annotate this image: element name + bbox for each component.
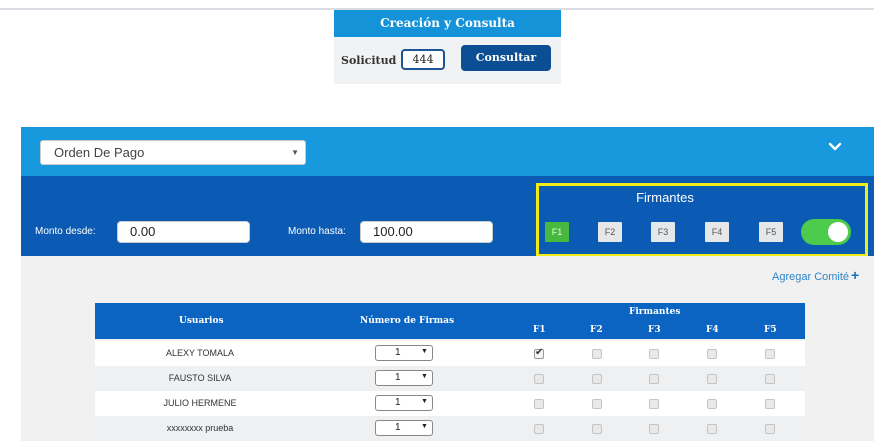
table-row: xxxxxxxx prueba 1 ▼ bbox=[95, 416, 805, 441]
consulta-title: Creación y Consulta bbox=[334, 10, 561, 37]
header-f2: F2 bbox=[590, 325, 603, 335]
checkbox-f4[interactable] bbox=[707, 374, 717, 384]
header-f3: F3 bbox=[648, 325, 661, 335]
firmante-button-f4[interactable]: F4 bbox=[705, 222, 729, 242]
checkbox-f1[interactable] bbox=[534, 399, 544, 409]
header-firmantes: Firmantes bbox=[629, 307, 681, 317]
checkbox-f3[interactable] bbox=[649, 424, 659, 434]
agregar-comite-label: Agregar Comité bbox=[772, 271, 850, 283]
numero-firmas-value: 1 bbox=[395, 372, 401, 383]
table-header: Usuarios Número de Firmas Firmantes F1 F… bbox=[95, 303, 805, 339]
numero-firmas-select[interactable]: 1 ▼ bbox=[375, 370, 433, 386]
firmantes-title: Firmantes bbox=[636, 190, 694, 205]
dropdown-arrow-icon: ▼ bbox=[421, 348, 428, 355]
monto-desde-input[interactable]: 0.00 bbox=[117, 221, 250, 243]
firmante-button-f1[interactable]: F1 bbox=[545, 222, 569, 242]
firmante-button-f2[interactable]: F2 bbox=[598, 222, 622, 242]
table-row: ALEXY TOMALA 1 ▼ bbox=[95, 341, 805, 366]
table-row: FAUSTO SILVA 1 ▼ bbox=[95, 366, 805, 391]
header-numero-firmas: Número de Firmas bbox=[360, 316, 455, 326]
row-usuario: ALEXY TOMALA bbox=[165, 348, 235, 358]
checkbox-f3[interactable] bbox=[649, 374, 659, 384]
checkbox-f5[interactable] bbox=[765, 349, 775, 359]
checkbox-f1[interactable] bbox=[534, 374, 544, 384]
header-f1: F1 bbox=[533, 325, 546, 335]
checkbox-f1[interactable] bbox=[534, 424, 544, 434]
checkbox-f3[interactable] bbox=[649, 399, 659, 409]
dropdown-arrow-icon: ▼ bbox=[291, 148, 299, 157]
checkbox-f5[interactable] bbox=[765, 374, 775, 384]
checkbox-f3[interactable] bbox=[649, 349, 659, 359]
checkbox-f5[interactable] bbox=[765, 399, 775, 409]
row-usuario: FAUSTO SILVA bbox=[168, 373, 232, 383]
row-usuario: xxxxxxxx prueba bbox=[166, 423, 234, 433]
monto-desde-label: Monto desde: bbox=[35, 226, 96, 237]
numero-firmas-select[interactable]: 1 ▼ bbox=[375, 345, 433, 361]
checkbox-f2[interactable] bbox=[592, 424, 602, 434]
toggle-knob bbox=[828, 222, 848, 242]
type-select[interactable]: Orden De Pago ▼ bbox=[40, 140, 306, 165]
dropdown-arrow-icon: ▼ bbox=[421, 398, 428, 405]
solicitud-label: Solicitud : bbox=[341, 54, 405, 67]
checkbox-f2[interactable] bbox=[592, 349, 602, 359]
checkbox-f4[interactable] bbox=[707, 424, 717, 434]
solicitud-input[interactable]: 444 bbox=[401, 49, 445, 70]
numero-firmas-value: 1 bbox=[395, 347, 401, 358]
checkbox-f1[interactable] bbox=[534, 347, 544, 359]
consulta-card: Creación y Consulta Solicitud : 444 Cons… bbox=[334, 10, 561, 84]
header-usuarios: Usuarios bbox=[179, 316, 224, 326]
checkbox-f4[interactable] bbox=[707, 399, 717, 409]
firmante-button-f5[interactable]: F5 bbox=[759, 222, 783, 242]
agregar-comite-link[interactable]: Agregar Comité + bbox=[772, 267, 859, 283]
dropdown-arrow-icon: ▼ bbox=[421, 373, 428, 380]
firmantes-toggle[interactable] bbox=[801, 219, 851, 245]
checkbox-f4[interactable] bbox=[707, 349, 717, 359]
numero-firmas-select[interactable]: 1 ▼ bbox=[375, 395, 433, 411]
consultar-button[interactable]: Consultar bbox=[461, 45, 551, 71]
monto-hasta-label: Monto hasta: bbox=[288, 226, 346, 237]
dropdown-arrow-icon: ▼ bbox=[421, 423, 428, 430]
numero-firmas-value: 1 bbox=[395, 422, 401, 433]
header-f4: F4 bbox=[706, 325, 719, 335]
numero-firmas-value: 1 bbox=[395, 397, 401, 408]
row-usuario: JULIO HERMENE bbox=[163, 398, 237, 408]
header-f5: F5 bbox=[764, 325, 777, 335]
monto-hasta-input[interactable]: 100.00 bbox=[360, 221, 493, 243]
numero-firmas-select[interactable]: 1 ▼ bbox=[375, 420, 433, 436]
chevron-down-icon[interactable] bbox=[826, 138, 844, 156]
checkbox-f5[interactable] bbox=[765, 424, 775, 434]
checkbox-f2[interactable] bbox=[592, 374, 602, 384]
plus-icon: + bbox=[851, 267, 860, 283]
checkbox-f2[interactable] bbox=[592, 399, 602, 409]
firmante-button-f3[interactable]: F3 bbox=[651, 222, 675, 242]
table-row: JULIO HERMENE 1 ▼ bbox=[95, 391, 805, 416]
type-select-value: Orden De Pago bbox=[54, 145, 145, 160]
